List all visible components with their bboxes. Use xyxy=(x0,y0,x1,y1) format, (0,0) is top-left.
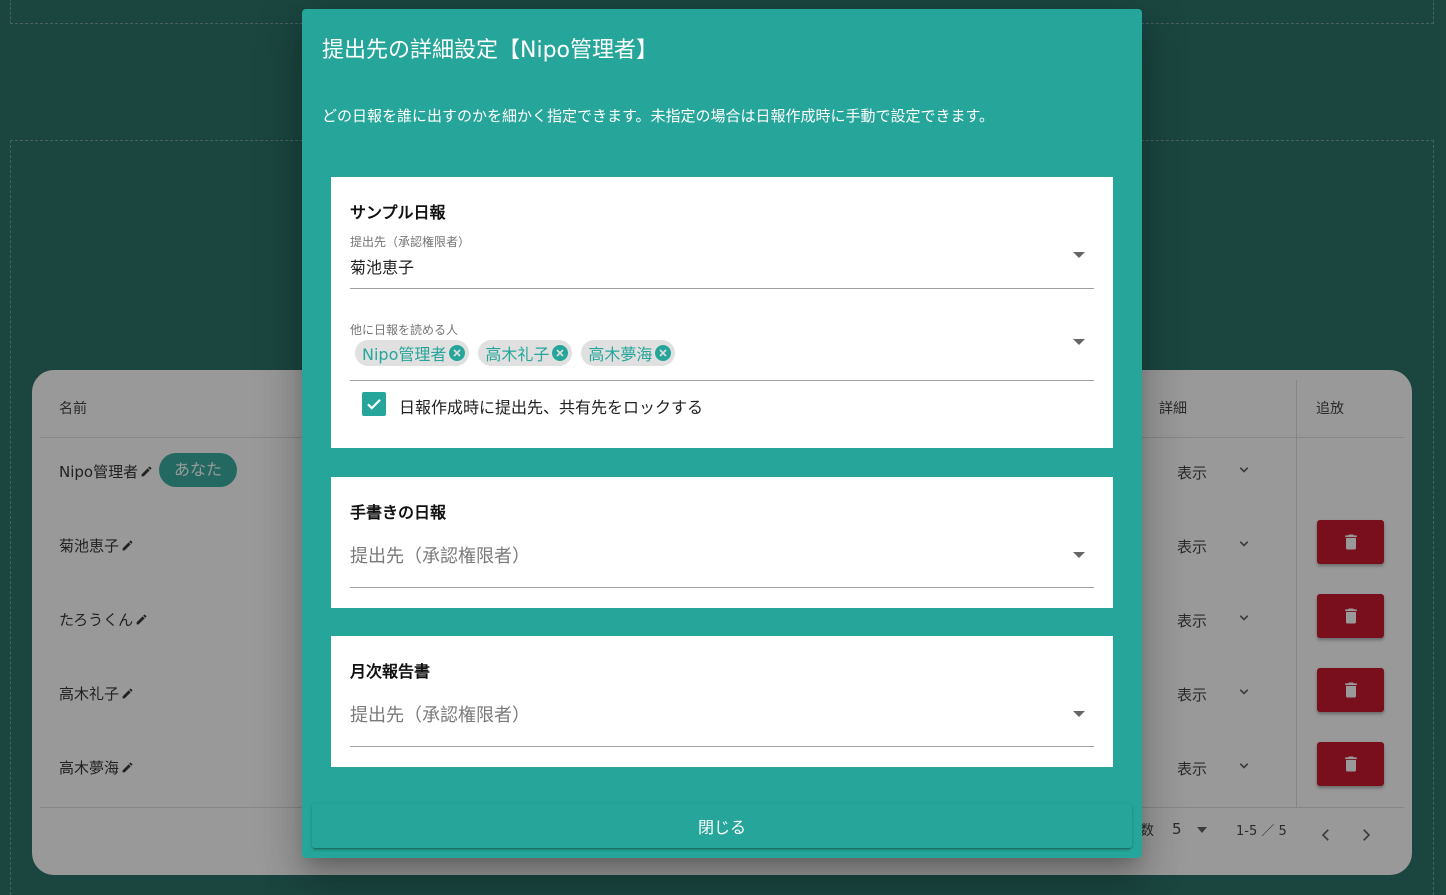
dialog-description: どの日報を誰に出すのかを細かく指定できます。未指定の場合は日報作成時に手動で設定… xyxy=(322,107,995,125)
panel-title: 月次報告書 xyxy=(350,662,431,681)
close-icon[interactable] xyxy=(655,345,672,361)
readers-chips[interactable]: Nipo管理者 高木礼子 高木夢海 xyxy=(355,340,676,366)
panel-title: サンプル日報 xyxy=(350,203,446,222)
reader-chip[interactable]: 高木礼子 xyxy=(478,340,573,366)
caret-down-icon[interactable] xyxy=(1073,552,1085,558)
caret-down-icon[interactable] xyxy=(1073,711,1085,717)
field-underline xyxy=(350,746,1094,747)
close-button[interactable]: 閉じる xyxy=(312,804,1132,848)
submit-to-select[interactable]: 提出先（承認権限者） xyxy=(350,542,530,568)
reader-chip[interactable]: Nipo管理者 xyxy=(355,340,470,366)
close-icon[interactable] xyxy=(449,345,466,361)
report-panel-handwritten: 手書きの日報 提出先（承認権限者） xyxy=(331,477,1113,608)
reader-chip-label: Nipo管理者 xyxy=(362,345,447,364)
reader-chip[interactable]: 高木夢海 xyxy=(581,340,676,366)
report-panel-monthly: 月次報告書 提出先（承認権限者） xyxy=(331,636,1113,767)
lock-checkbox[interactable] xyxy=(362,392,386,416)
field-underline xyxy=(350,288,1094,289)
submit-to-select[interactable]: 提出先（承認権限者） xyxy=(350,701,530,727)
submission-settings-dialog: 提出先の詳細設定【Nipo管理者】 どの日報を誰に出すのかを細かく指定できます。… xyxy=(302,9,1142,858)
caret-down-icon[interactable] xyxy=(1073,339,1085,345)
readers-label: 他に日報を読める人 xyxy=(350,323,459,337)
reader-chip-label: 高木礼子 xyxy=(485,345,550,364)
close-icon[interactable] xyxy=(552,345,569,361)
reader-chip-label: 高木夢海 xyxy=(588,345,653,364)
panel-title: 手書きの日報 xyxy=(350,503,447,522)
field-underline xyxy=(350,380,1094,381)
checkmark-icon xyxy=(367,399,381,410)
submit-to-label: 提出先（承認権限者） xyxy=(350,235,471,249)
caret-down-icon[interactable] xyxy=(1073,252,1085,258)
dialog-title: 提出先の詳細設定【Nipo管理者】 xyxy=(322,38,658,63)
field-underline xyxy=(350,587,1094,588)
report-panel-sample: サンプル日報 提出先（承認権限者） 菊池恵子 他に日報を読める人 Nipo管理者… xyxy=(331,177,1113,448)
lock-checkbox-label[interactable]: 日報作成時に提出先、共有先をロックする xyxy=(399,394,703,418)
submit-to-value[interactable]: 菊池恵子 xyxy=(350,254,414,278)
